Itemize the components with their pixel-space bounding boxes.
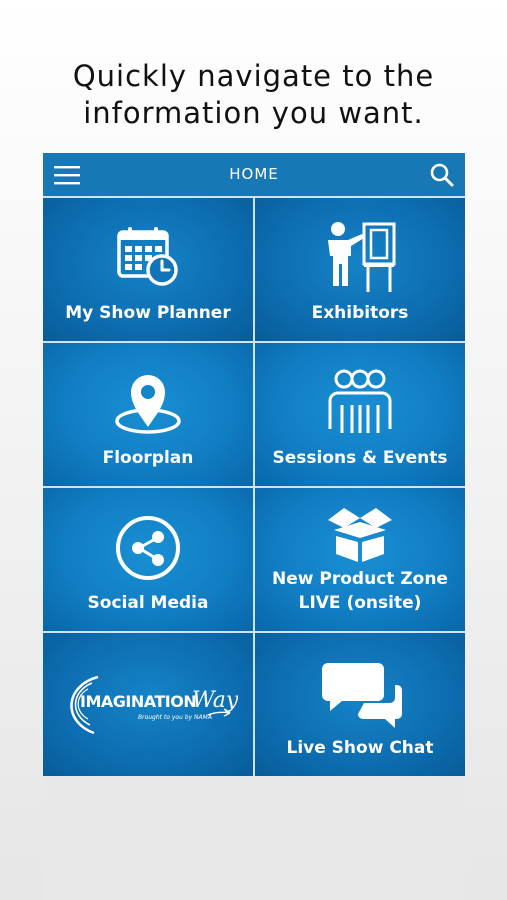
tile-imagination-way[interactable]: IMAGINATION Way Brought to you by NAMA bbox=[43, 633, 253, 776]
tile-exhibitors[interactable]: Exhibitors bbox=[255, 198, 465, 341]
search-icon[interactable] bbox=[429, 162, 455, 188]
home-grid: My Show Planner Exhibitors Floorplan Ses… bbox=[43, 196, 465, 776]
logo-sub-text: Brought to you by NAMA bbox=[138, 714, 212, 721]
tile-social-media[interactable]: Social Media bbox=[43, 488, 253, 631]
headline-line-2: information you want. bbox=[83, 96, 424, 130]
tile-label-line-2: LIVE (onsite) bbox=[298, 593, 422, 613]
map-pin-icon bbox=[115, 375, 181, 434]
tile-new-product-zone[interactable]: New Product Zone LIVE (onsite) bbox=[255, 488, 465, 631]
people-group-icon bbox=[328, 369, 392, 433]
tile-floorplan[interactable]: Floorplan bbox=[43, 343, 253, 486]
tile-label: Live Show Chat bbox=[286, 738, 434, 758]
open-box-icon bbox=[328, 508, 392, 562]
tile-label: Social Media bbox=[87, 593, 209, 613]
tile-label-line-1: New Product Zone bbox=[272, 569, 448, 589]
tile-label: New Product Zone LIVE (onsite) bbox=[255, 567, 465, 615]
logo-main-text: IMAGINATION bbox=[80, 692, 196, 711]
headline-line-1: Quickly navigate to the bbox=[72, 59, 435, 93]
imagination-way-logo: IMAGINATION Way Brought to you by NAMA bbox=[70, 675, 238, 735]
chat-bubbles-icon bbox=[322, 663, 402, 728]
share-icon bbox=[116, 516, 180, 580]
logo-script-text: Way bbox=[192, 688, 238, 713]
page-title: HOME bbox=[229, 165, 279, 183]
tile-live-show-chat[interactable]: Live Show Chat bbox=[255, 633, 465, 776]
headline: Quickly navigate to the information you … bbox=[0, 58, 507, 132]
calendar-clock-icon bbox=[117, 227, 178, 286]
tile-label: Sessions & Events bbox=[272, 448, 448, 468]
top-bar: HOME bbox=[43, 153, 465, 196]
tile-sessions-events[interactable]: Sessions & Events bbox=[255, 343, 465, 486]
tile-my-show-planner[interactable]: My Show Planner bbox=[43, 198, 253, 341]
tile-label: Floorplan bbox=[102, 448, 194, 468]
tile-label: Exhibitors bbox=[311, 303, 409, 323]
presenter-board-icon bbox=[328, 222, 396, 292]
tile-label: My Show Planner bbox=[65, 303, 231, 323]
app-screen: HOME My Show Planner Exhibitors Floorpla… bbox=[43, 153, 465, 900]
